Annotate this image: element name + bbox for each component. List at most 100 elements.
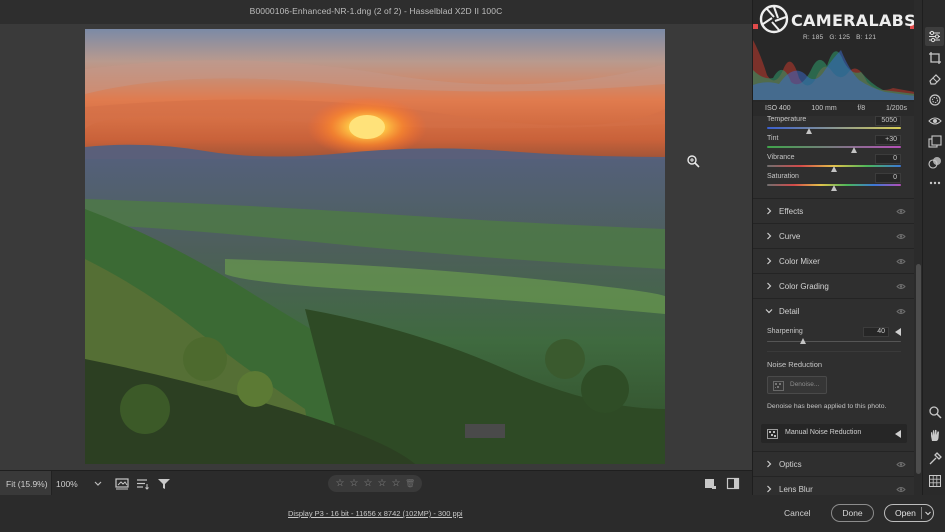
rating-star-5[interactable]: ☆ [391,478,401,489]
edit-tool-button[interactable] [925,27,944,46]
section-effects-label: Effects [779,207,804,216]
zoom-tool-icon[interactable] [928,405,942,419]
vibrance-value[interactable]: 0 [875,154,901,164]
color-sampler-icon[interactable] [928,452,942,466]
manual-noise-reduction-label: Manual Noise Reduction [785,429,862,436]
grid-overlay-icon[interactable] [928,474,942,488]
star-rating[interactable]: ☆ ☆ ☆ ☆ ☆ 🗑 [328,475,422,492]
visibility-eye-icon[interactable] [896,258,906,265]
snapshots-icon[interactable] [928,156,942,170]
panel-scrollbar-thumb[interactable] [916,264,921,474]
tint-label: Tint [767,135,779,142]
temperature-value[interactable]: 5050 [875,116,901,126]
histogram: CAMERALABS.COM R: 185 G: 125 B: 121 [753,0,943,102]
rating-star-4[interactable]: ☆ [377,478,387,489]
visibility-eye-icon[interactable] [896,208,906,215]
crop-icon[interactable] [928,51,942,65]
cancel-button[interactable]: Cancel [784,508,810,518]
chevron-right-icon [767,485,772,493]
open-button-label: Open [895,508,916,518]
denoise-applied-note: Denoise has been applied to this photo. [767,403,887,410]
zoom-fit-button[interactable]: Fit (15.9%) [0,471,52,496]
rating-star-2[interactable]: ☆ [349,478,359,489]
chevron-right-icon [767,257,772,265]
sharpening-slider[interactable] [767,341,901,342]
manual-noise-reduction-row[interactable]: Manual Noise Reduction [761,424,907,443]
filter-icon[interactable] [157,477,171,490]
section-color-grading[interactable]: Color Grading [753,273,915,298]
section-color-grading-label: Color Grading [779,282,829,291]
visibility-eye-icon[interactable] [896,283,906,290]
more-options-icon[interactable] [928,176,942,190]
section-effects[interactable]: Effects [753,198,915,223]
section-detail[interactable]: Detail [753,298,915,323]
tint-slider[interactable] [767,146,901,148]
rgb-readout: R: 185 G: 125 B: 121 [803,34,876,41]
temperature-slider[interactable] [767,127,901,129]
temperature-slider-thumb[interactable] [805,128,812,134]
saturation-slider-thumb[interactable] [831,185,837,191]
exif-shutter: 1/200s [885,105,907,112]
red-eye-icon[interactable] [928,114,942,128]
sharpening-label: Sharpening [767,328,803,335]
sharpening-value[interactable]: 40 [863,327,889,337]
denoise-button[interactable]: Denoise... [767,376,827,394]
section-color-mixer[interactable]: Color Mixer [753,248,915,273]
image-canvas[interactable] [0,24,752,470]
detail-panel-body: Sharpening 40 Noise Reduction Denoise...… [753,323,915,451]
denoise-button-label: Denoise... [790,381,820,388]
tool-strip [922,0,945,495]
sort-icon[interactable] [136,477,150,490]
section-optics[interactable]: Optics [753,451,915,476]
saturation-value[interactable]: 0 [875,173,901,183]
basic-sliders: Temperature 5050 Tint +30 Vibrance 0 Sat… [753,116,915,196]
chevron-right-icon [767,460,772,468]
vibrance-label: Vibrance [767,154,795,161]
landscape-photo [85,29,665,464]
window-title: B0000106-Enhanced-NR-1.dng (2 of 2) - Ha… [249,6,503,16]
chevron-right-icon [767,232,772,240]
vibrance-slider-thumb[interactable] [831,166,837,172]
done-button[interactable]: Done [831,504,874,522]
presets-icon[interactable] [928,135,942,149]
exif-bar: ISO 400 100 mm f/8 1/200s [753,102,915,116]
workflow-options-link[interactable]: Display P3 - 16 bit - 11656 x 8742 (102M… [288,509,463,518]
photo-preview[interactable] [85,29,665,464]
section-color-mixer-label: Color Mixer [779,257,820,266]
zoom-dropdown-chevron-icon[interactable] [92,477,104,489]
chevron-down-icon [765,309,773,314]
manual-noise-expand-icon[interactable] [895,430,902,438]
visibility-eye-icon[interactable] [896,486,906,493]
masking-icon[interactable] [928,93,942,107]
tint-slider-thumb[interactable] [851,147,858,153]
toggle-panel-icon[interactable] [726,477,740,490]
rating-star-1[interactable]: ☆ [335,478,345,489]
before-after-icon[interactable] [703,477,717,490]
denoise-icon [773,381,784,391]
rating-star-3[interactable]: ☆ [363,478,373,489]
visibility-eye-icon[interactable] [896,233,906,240]
open-button-divider [921,507,922,519]
section-optics-label: Optics [779,460,802,469]
visibility-eye-icon[interactable] [896,461,906,468]
trash-icon[interactable]: 🗑 [405,479,415,488]
panel-scrollbar[interactable] [914,0,922,495]
chevron-right-icon [767,282,772,290]
visibility-eye-icon[interactable] [896,308,906,315]
zoom-100-button[interactable]: 100% [56,479,78,489]
zoom-cursor-icon [687,155,700,168]
green-value: G: 125 [829,34,851,41]
sharpening-expand-icon[interactable] [895,328,902,336]
section-lens-blur[interactable]: Lens Blur [753,476,915,495]
sharpening-slider-thumb[interactable] [800,338,807,344]
section-curve[interactable]: Curve [753,223,915,248]
open-options-chevron-icon[interactable] [924,509,932,517]
divider [767,351,901,352]
exif-aperture: f/8 [857,105,866,112]
section-lens-blur-label: Lens Blur [779,485,813,494]
open-button[interactable]: Open [884,504,934,522]
eraser-icon[interactable] [928,72,942,86]
filmstrip-icon[interactable] [115,477,129,490]
tint-value[interactable]: +30 [875,135,901,145]
hand-tool-icon[interactable] [928,428,942,442]
